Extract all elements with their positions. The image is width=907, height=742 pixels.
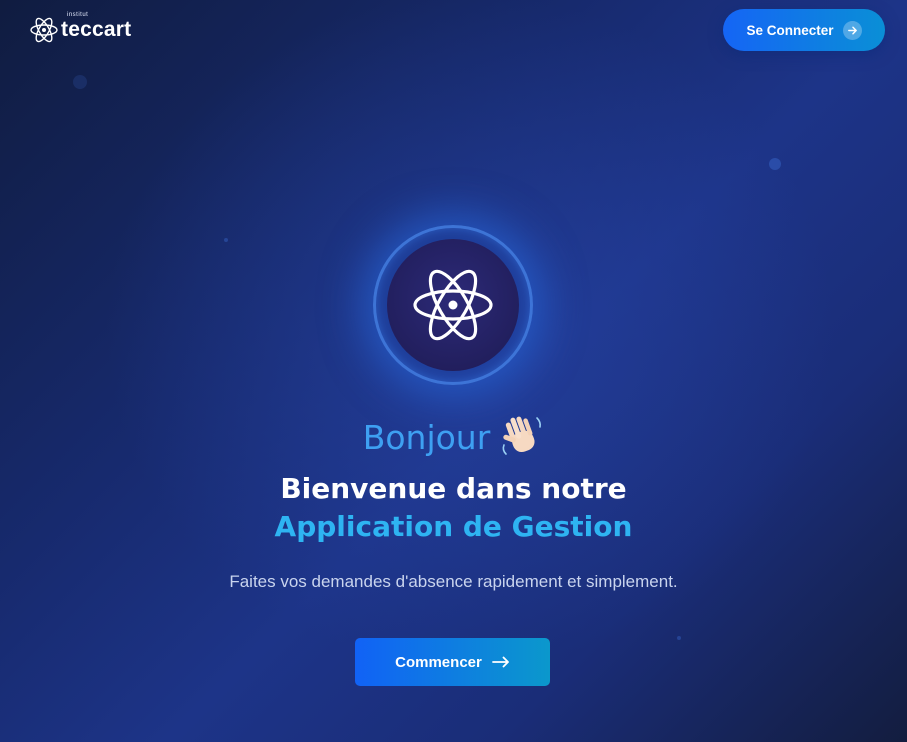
atom-icon	[387, 239, 519, 371]
headline-highlight: Application de Gestion	[274, 510, 633, 543]
hero-icon-ring	[373, 225, 533, 385]
background-dot	[73, 75, 87, 89]
greeting: Bonjour	[0, 416, 907, 458]
arrow-right-icon	[842, 20, 862, 40]
atom-logo-icon	[30, 17, 58, 43]
login-button-label: Se Connecter	[746, 22, 834, 38]
headline: Bienvenue dans notre	[280, 472, 627, 505]
logo-small-text: institut	[67, 12, 89, 18]
background-dot	[769, 158, 781, 170]
arrow-right-icon	[491, 656, 509, 668]
login-button[interactable]: Se Connecter	[723, 9, 885, 51]
background-dot	[224, 238, 228, 242]
start-button[interactable]: Commencer	[355, 638, 550, 686]
logo-text: teccart	[61, 18, 132, 41]
teccart-logo[interactable]: institut teccart	[29, 12, 132, 45]
start-button-label: Commencer	[395, 653, 482, 671]
background-dot	[677, 636, 681, 640]
greeting-text: Bonjour	[362, 417, 491, 457]
waving-hand-icon	[502, 416, 542, 455]
subtitle: Faites vos demandes d'absence rapidement…	[229, 572, 678, 591]
